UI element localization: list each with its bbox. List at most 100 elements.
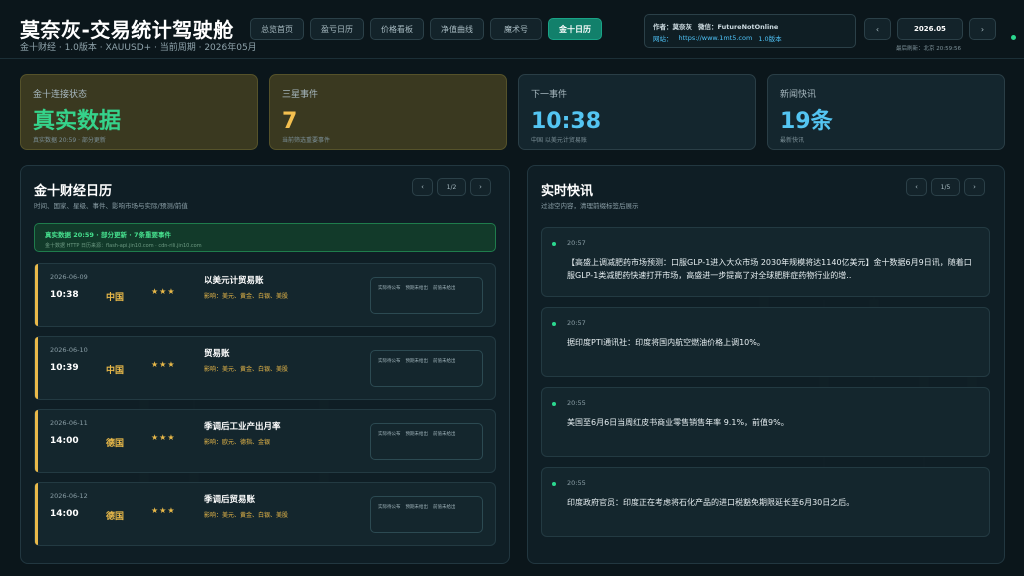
event-name: 贸易账 bbox=[204, 349, 230, 359]
event-country: 中国 bbox=[106, 366, 125, 376]
stat-sub: 当前筛选重要事件 bbox=[282, 137, 331, 144]
stat-value: 19条 bbox=[780, 109, 833, 134]
event-previous: 前值未给出 bbox=[433, 505, 456, 510]
header-divider bbox=[0, 58, 1024, 59]
news-time: 20:55 bbox=[567, 399, 586, 407]
news-subtitle: 过滤空内容，清理前缀标签后展示 bbox=[541, 202, 639, 210]
wechat-label: 微信：FutureNotOnline bbox=[698, 23, 779, 31]
nav-equity-curve[interactable]: 净值曲线 bbox=[430, 18, 484, 40]
news-time: 20:57 bbox=[567, 319, 586, 327]
live-status-dot-icon bbox=[1011, 35, 1016, 40]
event-impact: 影响：美元、黄金、白银、美股 bbox=[204, 293, 289, 300]
stat-value: 7 bbox=[282, 109, 298, 134]
app-title: 莫奈灰-交易统计驾驶舱 bbox=[20, 18, 234, 42]
author-label: 作者：莫奈灰 bbox=[653, 23, 692, 31]
event-impact: 影响：欧元、德指、金银 bbox=[204, 439, 271, 446]
news-bullet-icon bbox=[552, 402, 556, 406]
stat-sub: 最新快讯 bbox=[780, 137, 805, 144]
news-time: 20:55 bbox=[567, 479, 586, 487]
event-date: 2026-06-12 bbox=[50, 492, 88, 500]
event-country: 德国 bbox=[106, 439, 125, 449]
calendar-next-page-button[interactable]: › bbox=[470, 178, 491, 196]
event-date: 2026-06-10 bbox=[50, 346, 88, 354]
event-forecast: 预期未给出 bbox=[405, 286, 429, 291]
calendar-pager: ‹ 1/2 › bbox=[412, 178, 491, 196]
news-text: 【高盛上调减肥药市场预测：口服GLP-1进入大众市场 2030年规模将达1140… bbox=[567, 258, 972, 280]
event-name: 季调后工业产出月率 bbox=[204, 422, 281, 432]
event-row[interactable]: 2026-06-10 10:39 中国 ★★★ 贸易账 影响：美元、黄金、白银、… bbox=[34, 336, 496, 400]
status-main-text: 真实数据 20:59 · 部分更新 · 7条重要事件 bbox=[45, 231, 171, 239]
event-previous: 前值未给出 bbox=[433, 286, 456, 291]
event-actual: 实际待公布 bbox=[378, 505, 401, 510]
news-next-page-button[interactable]: › bbox=[964, 178, 985, 196]
site-link[interactable]: https://www.1mt5.com bbox=[679, 34, 753, 42]
stat-sub: 中国 以美元计贸易账 bbox=[531, 137, 587, 144]
event-time: 10:38 bbox=[50, 290, 79, 300]
news-text: 印度政府官员：印度正在考虑将石化产品的进口税豁免期限延长至6月30日之后。 bbox=[567, 498, 855, 507]
event-impact: 影响：美元、黄金、白银、美股 bbox=[204, 366, 289, 373]
news-item[interactable]: 20:57 据印度PTI通讯社：印度将国内航空燃油价格上调10%。 bbox=[541, 307, 990, 377]
event-forecast: 预期未给出 bbox=[405, 432, 429, 437]
event-time: 14:00 bbox=[50, 509, 79, 519]
stat-label: 三星事件 bbox=[282, 90, 319, 100]
news-item[interactable]: 20:55 美国至6月6日当周红皮书商业零售销售年率 9.1%，前值9%。 bbox=[541, 387, 990, 457]
event-impact: 影响：美元、黄金、白银、美股 bbox=[204, 512, 289, 519]
nav-price-board[interactable]: 价格看板 bbox=[370, 18, 424, 40]
event-values-box: 实际待公布 预期未给出 前值未给出 bbox=[370, 277, 483, 314]
stat-card-three-star: 三星事件 7 当前筛选重要事件 bbox=[269, 74, 507, 150]
event-previous: 前值未给出 bbox=[433, 359, 456, 364]
news-text: 美国至6月6日当周红皮书商业零售销售年率 9.1%，前值9%。 bbox=[567, 418, 789, 427]
nav-jin10-calendar[interactable]: 金十日历 bbox=[548, 18, 602, 40]
data-status-bar: 真实数据 20:59 · 部分更新 · 7条重要事件 金十数据 HTTP 日历来… bbox=[34, 223, 496, 252]
news-time: 20:57 bbox=[567, 239, 586, 247]
event-previous: 前值未给出 bbox=[433, 432, 456, 437]
last-refresh-time: 最后刷新：北京 20:59:56 bbox=[896, 46, 961, 52]
calendar-title: 金十财经日历 bbox=[34, 184, 113, 199]
news-prev-page-button[interactable]: ‹ bbox=[906, 178, 927, 196]
stat-value: 10:38 bbox=[531, 109, 602, 134]
event-row[interactable]: 2026-06-11 14:00 德国 ★★★ 季调后工业产出月率 影响：欧元、… bbox=[34, 409, 496, 473]
stat-label: 新闻快讯 bbox=[780, 90, 817, 100]
app-subtitle: 金十财经 · 1.0版本 · XAUUSD+ · 当前周期 · 2026年05月 bbox=[20, 43, 257, 53]
status-source-text: 金十数据 HTTP 日历来源：flash-api.jin10.com · cdn… bbox=[45, 243, 202, 249]
stat-sub: 真实数据 20:59 · 部分更新 bbox=[33, 137, 106, 144]
event-values-box: 实际待公布 预期未给出 前值未给出 bbox=[370, 496, 483, 533]
news-bullet-icon bbox=[552, 482, 556, 486]
site-label: 网站： bbox=[653, 35, 673, 43]
date-prev-button[interactable]: ‹ bbox=[864, 18, 891, 40]
event-values-box: 实际待公布 预期未给出 前值未给出 bbox=[370, 350, 483, 387]
calendar-page-indicator: 1/2 bbox=[437, 178, 466, 196]
stat-label: 下一事件 bbox=[531, 90, 568, 100]
calendar-subtitle: 时间、国家、星级、事件、影响市场与实际/预测/前值 bbox=[34, 202, 188, 210]
calendar-panel: 金十财经日历 时间、国家、星级、事件、影响市场与实际/预测/前值 ‹ 1/2 ›… bbox=[20, 165, 510, 564]
nav-magic-number[interactable]: 魔术号 bbox=[490, 18, 542, 40]
stat-value: 真实数据 bbox=[33, 109, 122, 134]
nav-pnl-calendar[interactable]: 盈亏日历 bbox=[310, 18, 364, 40]
event-row[interactable]: 2026-06-09 10:38 中国 ★★★ 以美元计贸易账 影响：美元、黄金… bbox=[34, 263, 496, 327]
event-star-rating-icon: ★★★ bbox=[151, 506, 176, 515]
news-panel: 实时快讯 过滤空内容，清理前缀标签后展示 ‹ 1/5 › 20:57 【高盛上调… bbox=[527, 165, 1005, 564]
event-time: 10:39 bbox=[50, 363, 79, 373]
calendar-prev-page-button[interactable]: ‹ bbox=[412, 178, 433, 196]
event-name: 以美元计贸易账 bbox=[204, 276, 264, 286]
event-time: 14:00 bbox=[50, 436, 79, 446]
version-label: 1.0版本 bbox=[758, 35, 782, 43]
event-row[interactable]: 2026-06-12 14:00 德国 ★★★ 季调后贸易账 影响：美元、黄金、… bbox=[34, 482, 496, 546]
news-bullet-icon bbox=[552, 242, 556, 246]
event-country: 德国 bbox=[106, 512, 125, 522]
stat-card-next-event: 下一事件 10:38 中国 以美元计贸易账 bbox=[518, 74, 756, 150]
event-actual: 实际待公布 bbox=[378, 286, 401, 291]
date-navigator: ‹ 2026.05 › bbox=[864, 18, 996, 40]
event-name: 季调后贸易账 bbox=[204, 495, 256, 505]
news-page-indicator: 1/5 bbox=[931, 178, 960, 196]
stat-card-news-count: 新闻快讯 19条 最新快讯 bbox=[767, 74, 1005, 150]
news-item[interactable]: 20:55 印度政府官员：印度正在考虑将石化产品的进口税豁免期限延长至6月30日… bbox=[541, 467, 990, 537]
date-next-button[interactable]: › bbox=[969, 18, 996, 40]
news-title: 实时快讯 bbox=[541, 184, 594, 199]
event-star-rating-icon: ★★★ bbox=[151, 360, 176, 369]
event-actual: 实际待公布 bbox=[378, 432, 401, 437]
news-item[interactable]: 20:57 【高盛上调减肥药市场预测：口服GLP-1进入大众市场 2030年规模… bbox=[541, 227, 990, 297]
stat-card-connection: 金十连接状态 真实数据 真实数据 20:59 · 部分更新 bbox=[20, 74, 258, 150]
news-pager: ‹ 1/5 › bbox=[906, 178, 985, 196]
nav-overview[interactable]: 总览首页 bbox=[250, 18, 304, 40]
